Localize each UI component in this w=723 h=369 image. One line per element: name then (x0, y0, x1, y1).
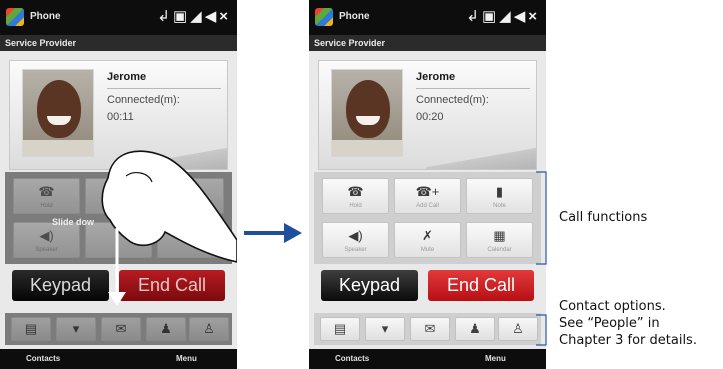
add-call-button[interactable]: ☎+ Add Call (394, 178, 461, 214)
call-functions-panel: ☎ Hold ☎+ Add Call ▮ Note ◀) Speaker ✗ M… (314, 172, 541, 264)
volume-icon: ◀ (513, 8, 529, 25)
signal-icon: ◢ (499, 8, 514, 25)
end-call-button[interactable]: End Call (428, 270, 534, 301)
volume-icon: ◀ (204, 8, 220, 25)
annotation-line: Chapter 3 for details. (559, 333, 697, 348)
call-timer: 00:20 (416, 111, 444, 123)
add-call-button[interactable] (85, 178, 152, 214)
mute-button[interactable]: ✗ Mute (394, 222, 461, 258)
contacts-softkey[interactable]: Contacts (26, 354, 60, 363)
close-icon[interactable]: × (528, 8, 540, 25)
contact-list-icon[interactable]: ♙ (189, 317, 229, 341)
speaker-icon: ◀) (39, 228, 54, 243)
hold-label: Hold (349, 203, 362, 209)
annotation-line: Contact options. (559, 299, 666, 314)
calendar-button[interactable] (157, 222, 224, 258)
softkey-bar: Contacts Menu (0, 349, 237, 369)
contact-card: Jerome Connected(m): 00:11 (9, 60, 228, 170)
status-bar: Phone ↲▣◢◀× (0, 0, 237, 35)
contact-options-annotation: Contact options. See “People” in Chapter… (559, 298, 697, 349)
app-title: Phone (339, 11, 370, 22)
speaker-button[interactable]: ◀) Speaker (13, 222, 80, 258)
contact-options-strip: ▤ ▾ ✉ ♟ ♙ (314, 313, 541, 345)
call-timer: 00:11 (107, 111, 134, 123)
service-provider-header: Service Provider (0, 35, 237, 51)
note-label: Note (493, 203, 506, 209)
data-icon: ▣ (481, 8, 500, 25)
service-provider-header: Service Provider (309, 35, 546, 51)
add-call-label: Add Call (416, 203, 439, 209)
divider (107, 88, 221, 89)
add-call-icon: ☎+ (415, 184, 440, 199)
status-icons: ↲▣◢◀× (466, 7, 540, 25)
phone-screen-before: Phone ↲▣◢◀× Service Provider Jerome Conn… (0, 0, 237, 369)
status-icons: ↲▣◢◀× (157, 7, 231, 25)
call-functions-annotation: Call functions (559, 210, 648, 225)
contact-card-icon[interactable]: ▤ (11, 317, 51, 341)
calendar-button[interactable]: ▦ Calendar (466, 222, 533, 258)
connection-icon: ↲ (157, 8, 173, 25)
contact-photo (22, 69, 94, 157)
card-fold-decoration (117, 141, 227, 169)
contact-options-strip: ▤ ▾ ✉ ♟ ♙ (5, 313, 232, 345)
note-button[interactable]: ▮ Note (466, 178, 533, 214)
annotation-line: See “People” in (559, 316, 660, 331)
phone-screen-after: Phone ↲▣◢◀× Service Provider Jerome Conn… (309, 0, 546, 369)
call-functions-panel: ☎ Hold ◀) Speaker (5, 172, 232, 264)
hold-button[interactable]: ☎ Hold (13, 178, 80, 214)
status-bar: Phone ↲▣◢◀× (309, 0, 546, 35)
transition-arrow-icon (244, 223, 302, 243)
contact-details-icon[interactable]: ♟ (146, 317, 186, 341)
connected-label: Connected(m): (107, 94, 180, 106)
mute-icon: ✗ (422, 228, 433, 243)
close-icon[interactable]: × (219, 8, 231, 25)
hold-button[interactable]: ☎ Hold (322, 178, 389, 214)
data-icon: ▣ (172, 8, 191, 25)
connected-label: Connected(m): (416, 94, 489, 106)
divider (416, 88, 530, 89)
note-button[interactable] (157, 178, 224, 214)
speaker-label: Speaker (35, 247, 58, 253)
card-fold-decoration (426, 141, 536, 169)
contact-name: Jerome (107, 71, 147, 83)
windows-start-icon[interactable] (315, 8, 333, 26)
mute-label: Mute (420, 247, 435, 253)
contact-options-bracket (536, 314, 547, 346)
contact-name: Jerome (416, 71, 456, 83)
sms-icon[interactable]: ▾ (56, 317, 96, 341)
keypad-button[interactable]: Keypad (321, 270, 418, 301)
contact-card: Jerome Connected(m): 00:20 (318, 60, 537, 170)
contact-details-icon[interactable]: ♟ (455, 317, 495, 341)
slide-down-hint: Slide dow (52, 217, 95, 227)
menu-softkey[interactable]: Menu (485, 354, 506, 363)
menu-softkey[interactable]: Menu (176, 354, 197, 363)
connection-icon: ↲ (466, 8, 482, 25)
note-icon: ▮ (495, 184, 504, 199)
calendar-label: Calendar (487, 247, 512, 253)
softkey-bar: Contacts Menu (309, 349, 546, 369)
speaker-label: Speaker (344, 247, 367, 253)
call-functions-bracket (536, 171, 547, 265)
hold-call-icon: ☎ (347, 184, 364, 199)
app-title: Phone (30, 11, 61, 22)
speaker-icon: ◀) (348, 228, 363, 243)
email-icon[interactable]: ✉ (410, 317, 450, 341)
contact-list-icon[interactable]: ♙ (498, 317, 538, 341)
email-icon[interactable]: ✉ (101, 317, 141, 341)
windows-start-icon[interactable] (6, 8, 24, 26)
contact-card-icon[interactable]: ▤ (320, 317, 360, 341)
keypad-button[interactable]: Keypad (12, 270, 109, 301)
hold-call-icon: ☎ (38, 184, 55, 199)
contacts-softkey[interactable]: Contacts (335, 354, 369, 363)
calendar-icon: ▦ (493, 228, 506, 243)
speaker-button[interactable]: ◀) Speaker (322, 222, 389, 258)
hold-label: Hold (40, 203, 53, 209)
contact-photo (331, 69, 403, 157)
sms-icon[interactable]: ▾ (365, 317, 405, 341)
signal-icon: ◢ (190, 8, 205, 25)
mute-button[interactable] (85, 222, 152, 258)
end-call-button[interactable]: End Call (119, 270, 225, 301)
